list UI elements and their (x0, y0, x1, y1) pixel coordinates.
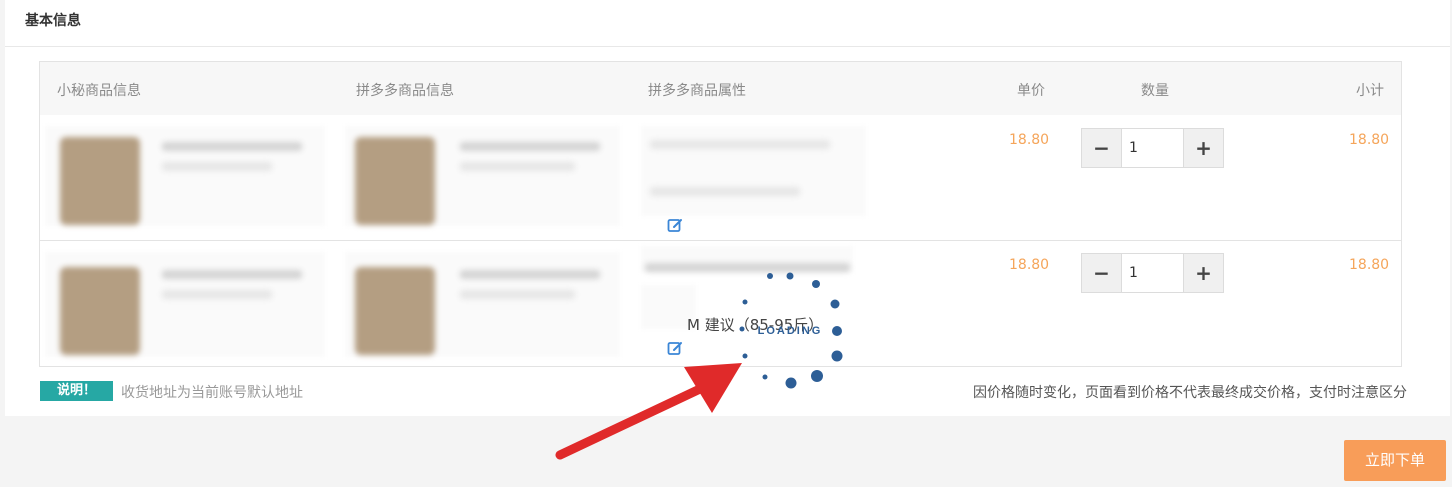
notice-badge: 说明！ (40, 381, 113, 401)
unit-price: 18.80 (1009, 132, 1050, 148)
header-subtotal: 小计 (1356, 83, 1384, 99)
header-pdd-product: 拼多多商品信息 (356, 83, 454, 99)
product-thumbnail (355, 267, 435, 355)
increase-quantity-button[interactable]: + (1183, 254, 1223, 292)
increase-quantity-button[interactable]: + (1183, 129, 1223, 167)
subtotal: 18.80 (1349, 132, 1390, 148)
product-thumbnail (60, 267, 140, 355)
product-thumbnail (60, 137, 140, 225)
table-header: 小秘商品信息 拼多多商品信息 拼多多商品属性 单价 数量 小计 (40, 62, 1401, 115)
quantity-stepper: − 1 + (1081, 128, 1224, 168)
arrow-annotation-icon (555, 363, 742, 460)
title-divider (5, 46, 1450, 47)
header-pdd-attributes: 拼多多商品属性 (648, 83, 746, 99)
price-change-notice: 因价格随时变化，页面看到价格不代表最终成交价格，支付时注意区分 (973, 385, 1407, 401)
section-title: 基本信息 (25, 13, 81, 29)
notice-text: 收货地址为当前账号默认地址 (121, 385, 303, 401)
product-thumbnail (355, 137, 435, 225)
loading-text: LOADING (758, 325, 823, 337)
quantity-input[interactable]: 1 (1129, 140, 1184, 156)
unit-price: 18.80 (1009, 257, 1050, 273)
decrease-quantity-button[interactable]: − (1082, 254, 1122, 292)
row-divider (40, 240, 1401, 241)
header-quantity: 数量 (1141, 83, 1169, 99)
quantity-input[interactable]: 1 (1129, 265, 1184, 281)
quantity-stepper: − 1 + (1081, 253, 1224, 293)
header-local-product: 小秘商品信息 (57, 83, 141, 99)
decrease-quantity-button[interactable]: − (1082, 129, 1122, 167)
header-unit-price: 单价 (1017, 83, 1045, 99)
edit-icon[interactable] (667, 217, 683, 233)
subtotal: 18.80 (1349, 257, 1390, 273)
submit-order-button[interactable]: 立即下单 (1344, 440, 1446, 481)
